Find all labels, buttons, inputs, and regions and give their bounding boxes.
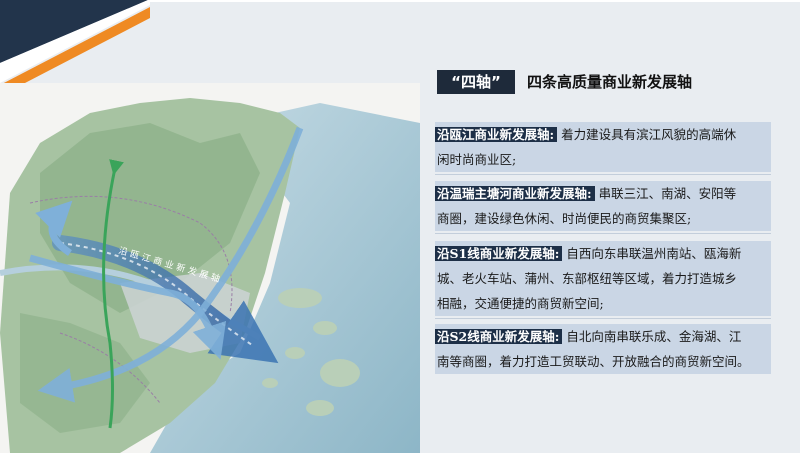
section-title: “四轴” 四条高质量商业新发展轴 [437, 70, 722, 94]
axis-name: 沿瓯江商业新发展轴: [435, 127, 558, 142]
axis-desc: 着力建设具有滨江风貌的高端休 [561, 127, 737, 142]
divider [435, 233, 771, 234]
axis-name: 沿S1线商业新发展轴: [435, 246, 563, 261]
axis-desc: 闲时尚商业区; [437, 152, 517, 167]
axis-desc: 自西向东串联温州南站、瓯海新 [566, 246, 742, 261]
axis-block-s1: 沿S1线商业新发展轴: 自西向东串联温州南站、瓯海新 城、老火车站、蒲州、东部枢… [435, 241, 771, 316]
axis-block-oujiang: 沿瓯江商业新发展轴: 着力建设具有滨江风貌的高端休 闲时尚商业区; [435, 122, 771, 172]
axis-desc: 商圈，建设绿色休闲、时尚便民的商贸集聚区; [437, 211, 692, 226]
city-map: 沿瓯江商业新发展轴 [0, 83, 420, 453]
axis-block-s2: 沿S2线商业新发展轴: 自北向南串联乐成、金海湖、江 南等商圈，着力打造工贸联动… [435, 324, 771, 374]
axis-name: 沿温瑞主塘河商业新发展轴: [435, 186, 595, 201]
title-text: 四条高质量商业新发展轴 [527, 73, 693, 91]
divider [435, 318, 771, 319]
title-tag: “四轴” [437, 70, 515, 94]
axis-desc: 相融，交通便捷的商贸新空间; [437, 296, 604, 311]
axis-desc: 南等商圈，着力打造工贸联动、开放融合的商贸新空间。 [437, 354, 750, 369]
axis-block-tanghe: 沿温瑞主塘河商业新发展轴: 串联三江、南湖、安阳等 商圈，建设绿色休闲、时尚便民… [435, 181, 771, 231]
axis-desc: 自北向南串联乐成、金海湖、江 [566, 329, 742, 344]
axis-desc: 串联三江、南湖、安阳等 [598, 186, 737, 201]
axis-desc: 城、老火车站、蒲州、东部枢纽等区域，着力打造城乡 [437, 271, 738, 286]
divider [435, 174, 771, 175]
axis-name: 沿S2线商业新发展轴: [435, 329, 563, 344]
